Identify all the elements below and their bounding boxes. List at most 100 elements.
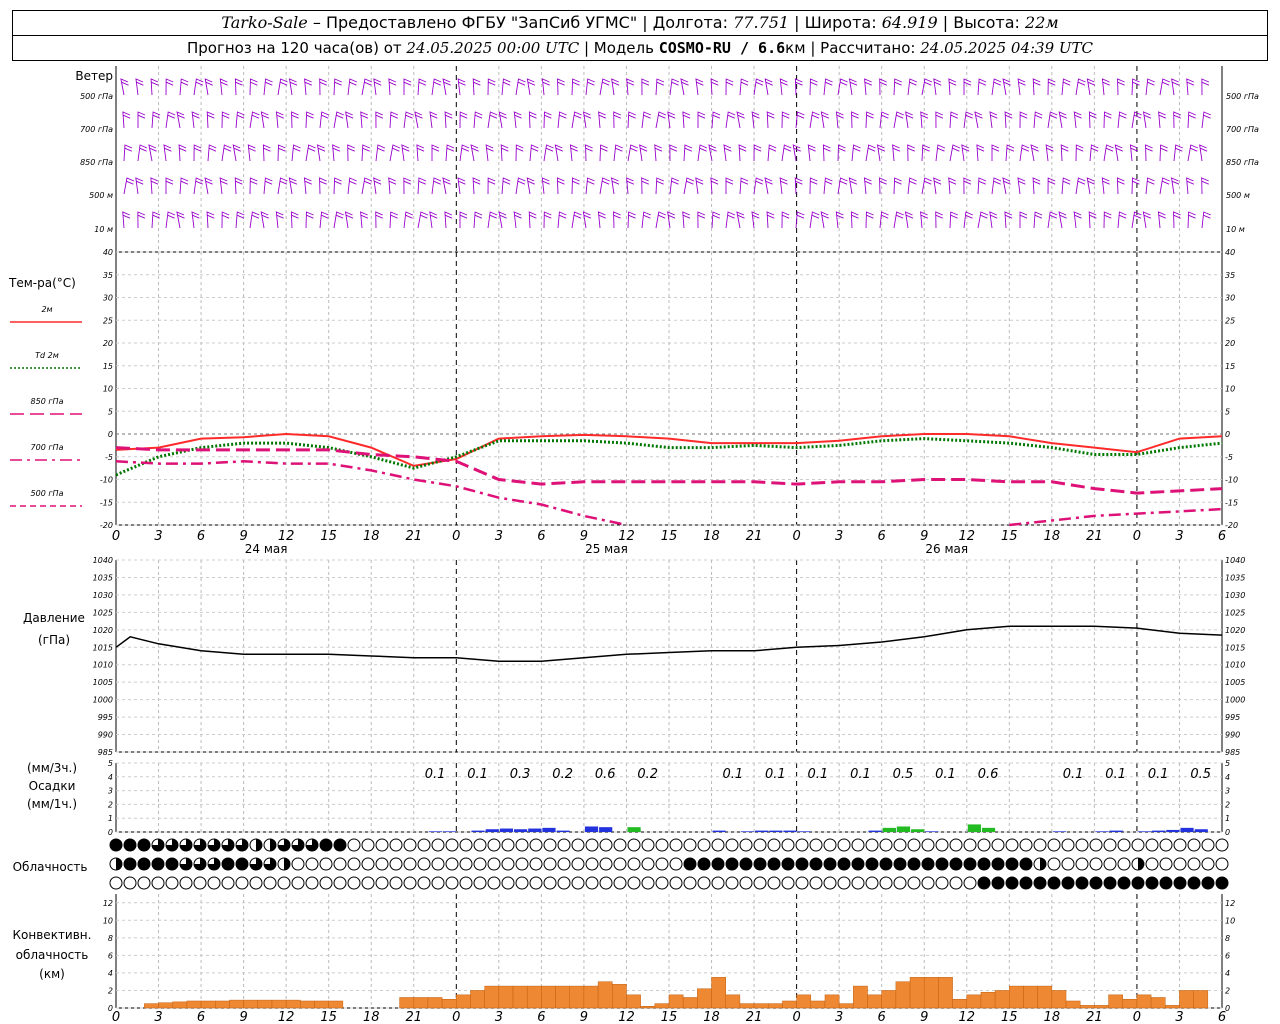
x-tick-label: 0 bbox=[112, 529, 120, 544]
wind-barb bbox=[893, 78, 902, 96]
precip-tick-left: 4 bbox=[108, 773, 113, 782]
wind-barb bbox=[753, 144, 762, 162]
precip-bar-blue bbox=[599, 827, 613, 832]
conv-bar bbox=[413, 997, 429, 1009]
x-tick-label: 3 bbox=[154, 529, 162, 544]
day-label: 25 мая bbox=[585, 542, 628, 556]
wind-barb bbox=[764, 177, 773, 195]
cloud-symbol bbox=[165, 876, 179, 890]
wind-barb bbox=[751, 211, 760, 229]
wind-barb bbox=[137, 211, 146, 229]
wind-barb bbox=[613, 111, 621, 129]
wind-barb bbox=[498, 211, 507, 229]
conv-bar bbox=[952, 998, 968, 1009]
precip-bar-blue bbox=[1137, 831, 1152, 832]
cloud-symbol bbox=[123, 876, 137, 890]
cloud-symbol bbox=[473, 857, 487, 871]
wind-barb bbox=[655, 177, 664, 195]
wind-level-label-left: 700 гПа bbox=[80, 125, 113, 134]
wind-barb bbox=[513, 211, 522, 229]
wind-barb bbox=[641, 78, 650, 96]
cloud-symbol bbox=[627, 876, 641, 890]
pressure-tick-right: 1015 bbox=[1225, 643, 1245, 652]
conv-bar bbox=[399, 997, 415, 1009]
pressure-panel-title: Давление bbox=[23, 611, 85, 625]
precip-bar-blue bbox=[712, 830, 726, 832]
wind-barb bbox=[1142, 211, 1152, 229]
cloud-symbol bbox=[1005, 876, 1019, 890]
cloud-symbol bbox=[823, 857, 837, 871]
wind-barb bbox=[781, 111, 790, 129]
cloud-symbol bbox=[921, 857, 935, 871]
cloud-symbol bbox=[1005, 857, 1019, 871]
wind-barb bbox=[835, 111, 844, 129]
cloud-symbol bbox=[515, 838, 529, 852]
cloud-symbol bbox=[1005, 838, 1019, 852]
cloud-symbol bbox=[683, 838, 697, 852]
wind-barb bbox=[459, 111, 468, 129]
wind-barb bbox=[388, 78, 397, 96]
wind-barb bbox=[571, 78, 580, 96]
cloud-symbol bbox=[963, 838, 977, 852]
cloud-symbol bbox=[557, 857, 571, 871]
cloud-symbol bbox=[655, 857, 669, 871]
cloud-symbol bbox=[529, 857, 543, 871]
cloud-symbol bbox=[571, 876, 585, 890]
conv-tick-left: 4 bbox=[108, 969, 113, 978]
cloud-symbol bbox=[599, 838, 613, 852]
meteogram: Ветер Тем-ра(°C) Давление (гПа) (мм/3ч.)… bbox=[8, 66, 1259, 1024]
wind-barb bbox=[949, 211, 958, 229]
cloud-symbol bbox=[795, 838, 809, 852]
wind-barb bbox=[865, 211, 874, 229]
temp-legend-label: Td 2м bbox=[35, 351, 59, 360]
x-tick-label: 6 bbox=[537, 529, 545, 544]
x-tick-label: 21 bbox=[405, 529, 422, 544]
wind-barb bbox=[1088, 211, 1097, 229]
wind-barb bbox=[823, 78, 833, 96]
x-tick-label-bottom: 18 bbox=[703, 1010, 720, 1024]
wind-barb bbox=[1032, 78, 1041, 96]
precip-bar-blue bbox=[769, 830, 783, 832]
wind-barb bbox=[360, 111, 369, 129]
wind-barb bbox=[695, 78, 704, 96]
cloud-symbol bbox=[137, 838, 151, 852]
wind-barb bbox=[1103, 144, 1114, 162]
wind-barb bbox=[948, 78, 957, 96]
wind-barb bbox=[835, 211, 844, 229]
precip-bar-blue bbox=[755, 830, 769, 832]
wind-barb bbox=[781, 211, 790, 229]
cloud-symbol bbox=[753, 838, 767, 852]
wind-barb bbox=[807, 144, 816, 162]
cloud-symbol bbox=[837, 838, 851, 852]
cloud-symbol bbox=[655, 838, 669, 852]
cloud-symbol bbox=[543, 838, 557, 852]
precip-tick-left: 3 bbox=[108, 787, 113, 796]
wind-barb bbox=[795, 111, 805, 129]
wind-barb bbox=[459, 211, 468, 228]
conv-bar bbox=[1079, 1005, 1095, 1009]
wind-barb bbox=[123, 144, 133, 162]
conv-tick-right: 12 bbox=[1225, 899, 1235, 908]
wind-barb bbox=[1103, 111, 1112, 129]
day-label: 24 мая bbox=[245, 542, 288, 556]
cloud-symbol bbox=[795, 857, 809, 871]
wind-level-label-left: 10 м bbox=[94, 225, 113, 234]
temp-tick-left: 30 bbox=[103, 294, 113, 303]
precip-3h-label: 0.5 bbox=[893, 767, 914, 782]
cloud-symbol bbox=[571, 857, 585, 871]
cloud-symbol bbox=[935, 857, 949, 871]
cloud-symbol bbox=[319, 876, 333, 890]
pressure-tick-left: 985 bbox=[98, 748, 113, 757]
cloud-symbol bbox=[991, 876, 1005, 890]
cloud-symbol bbox=[403, 876, 417, 890]
wind-barb bbox=[515, 78, 526, 96]
cloud-symbol bbox=[221, 876, 235, 890]
wind-barb bbox=[599, 78, 610, 96]
wind-barb bbox=[848, 177, 858, 195]
wind-barb bbox=[695, 177, 704, 195]
wind-barb bbox=[163, 144, 172, 162]
cloud-symbol bbox=[501, 857, 515, 871]
temp-panel-title: Тем-ра(°C) bbox=[8, 276, 76, 290]
precip-bar-blue bbox=[1180, 827, 1194, 832]
conv-bar bbox=[285, 999, 301, 1009]
